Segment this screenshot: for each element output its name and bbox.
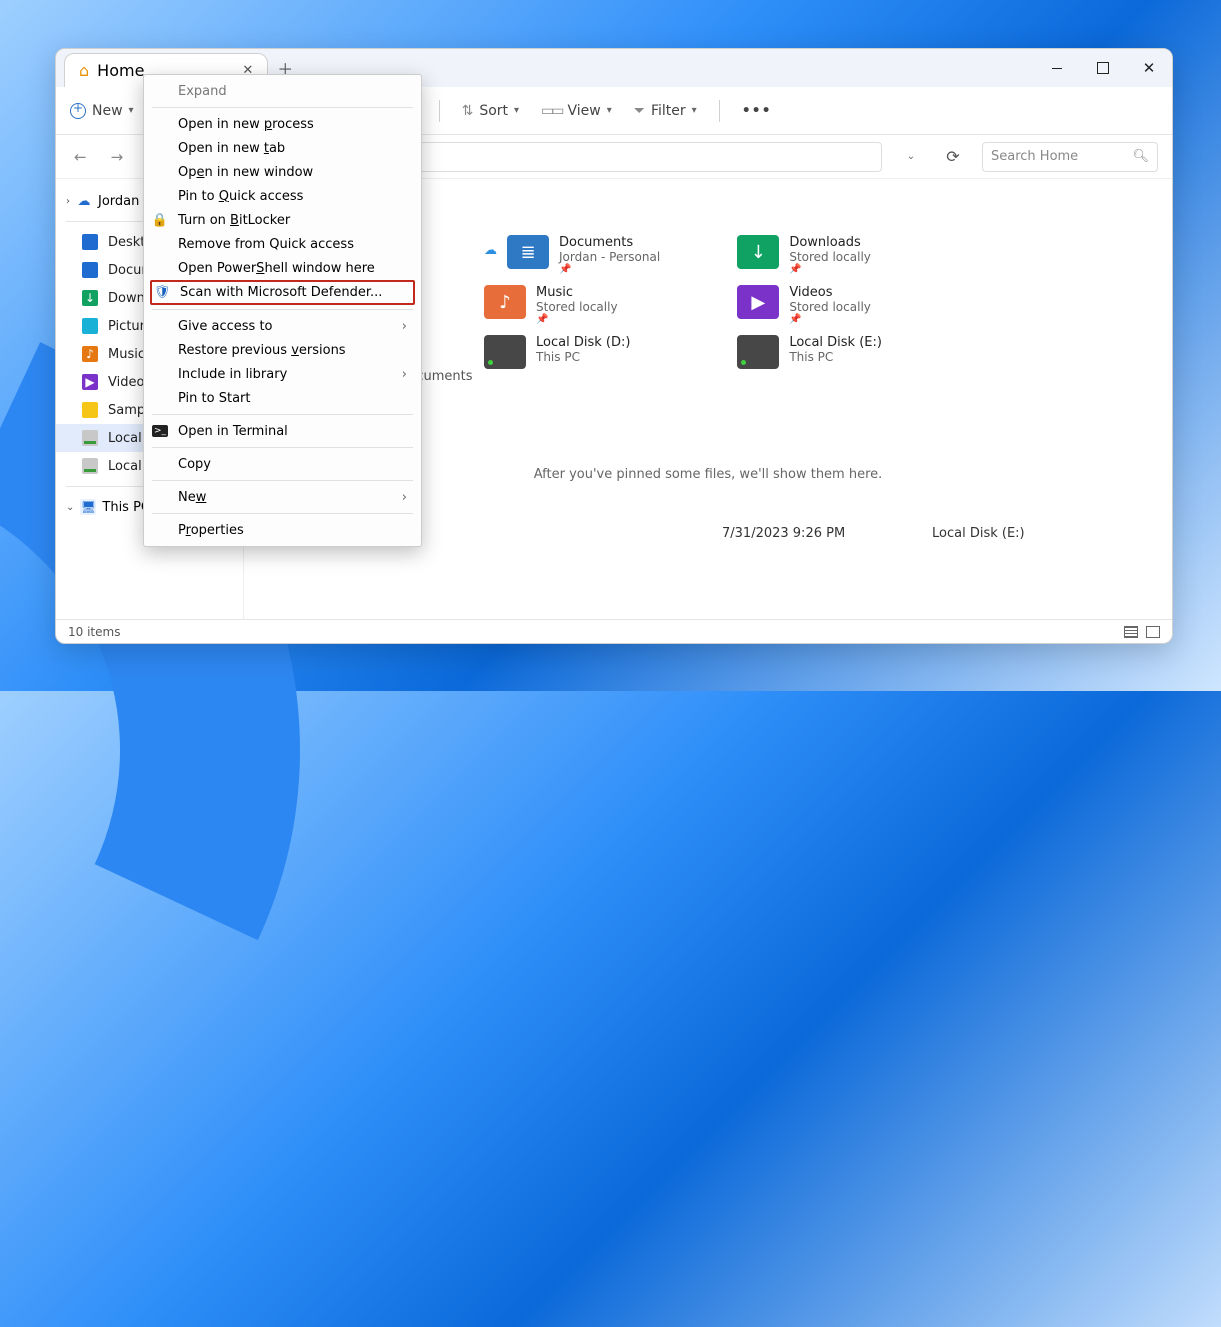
- terminal-icon: >_: [152, 425, 168, 437]
- disk-icon: [82, 430, 98, 446]
- folder-local-disk-d[interactable]: Local Disk (D:)This PC: [482, 333, 715, 371]
- back-button[interactable]: ←: [70, 146, 91, 168]
- cloud-icon: ☁: [76, 193, 92, 209]
- ctx-open-terminal[interactable]: >_Open in Terminal: [144, 419, 421, 443]
- ctx-restore[interactable]: Restore previous versions: [144, 338, 421, 362]
- item-count: 10 items: [68, 625, 120, 639]
- ctx-open-tab[interactable]: Open in new tab: [144, 136, 421, 160]
- status-bar: 10 items: [56, 619, 1172, 643]
- sort-button[interactable]: ⇅Sort▾: [462, 103, 519, 119]
- plus-icon: [70, 103, 86, 119]
- close-button[interactable]: ✕: [1126, 49, 1172, 87]
- forward-button[interactable]: →: [107, 146, 128, 168]
- home-icon: ⌂: [79, 61, 89, 80]
- filter-button[interactable]: ⏷Filter▾: [634, 103, 697, 119]
- pictures-icon: [82, 318, 98, 334]
- recent-item-loc: Local Disk (E:): [932, 526, 1172, 541]
- window-controls: ✕: [1034, 49, 1172, 87]
- ctx-expand[interactable]: Expand: [144, 79, 421, 103]
- refresh-button[interactable]: ⟳: [940, 147, 966, 166]
- tab-title: Home: [97, 61, 144, 80]
- disk-icon: [484, 335, 526, 369]
- ctx-defender[interactable]: 🛡Scan with Microsoft Defender...: [150, 280, 415, 305]
- documents-icon: [82, 262, 98, 278]
- search-placeholder: Search Home: [991, 149, 1078, 164]
- ctx-new[interactable]: New›: [144, 485, 421, 509]
- folder-local-disk-e[interactable]: Local Disk (E:)This PC: [735, 333, 968, 371]
- ctx-remove-quick[interactable]: Remove from Quick access: [144, 232, 421, 256]
- minimize-button[interactable]: [1034, 49, 1080, 87]
- folder-icon: ▶: [737, 285, 779, 319]
- tiles-view-button[interactable]: [1146, 626, 1160, 638]
- ctx-pin-start[interactable]: Pin to Start: [144, 386, 421, 410]
- address-dropdown[interactable]: ⌄: [898, 151, 924, 162]
- recent-item-date: 7/31/2023 9:26 PM: [722, 526, 932, 541]
- ctx-give-access[interactable]: Give access to›: [144, 314, 421, 338]
- maximize-button[interactable]: [1080, 49, 1126, 87]
- details-view-button[interactable]: [1124, 626, 1138, 638]
- shield-icon: 🛡: [154, 285, 170, 301]
- filter-icon: ⏷: [634, 103, 645, 119]
- pin-icon: 📌: [559, 264, 660, 275]
- ctx-include-library[interactable]: Include in library›: [144, 362, 421, 386]
- folder-documents[interactable]: ☁ ≣ DocumentsJordan - Personal📌: [482, 233, 715, 277]
- ctx-pin-quick[interactable]: Pin to Quick access: [144, 184, 421, 208]
- separator: [719, 100, 720, 122]
- pin-icon: 📌: [789, 264, 871, 275]
- search-icon: 🔍︎: [1132, 149, 1149, 164]
- ctx-open-process[interactable]: Open in new process: [144, 112, 421, 136]
- folder-icon: ♪: [484, 285, 526, 319]
- pc-icon: 🖥: [80, 499, 96, 515]
- folder-downloads[interactable]: ↓ DownloadsStored locally📌: [735, 233, 968, 277]
- folder-videos[interactable]: ▶ VideosStored locally📌: [735, 283, 968, 327]
- disk-icon: [737, 335, 779, 369]
- folder-icon: ≣: [507, 235, 549, 269]
- more-button[interactable]: •••: [742, 103, 772, 119]
- context-menu: Expand Open in new process Open in new t…: [143, 74, 422, 547]
- pin-icon: 📌: [536, 314, 618, 325]
- folder-icon: ↓: [737, 235, 779, 269]
- view-icon: ▭▭: [541, 103, 561, 119]
- videos-icon: ▶: [82, 374, 98, 390]
- ctx-powershell[interactable]: Open PowerShell window here: [144, 256, 421, 280]
- search-input[interactable]: Search Home 🔍︎: [982, 142, 1158, 172]
- music-icon: ♪: [82, 346, 98, 362]
- bitlocker-icon: 🔒: [152, 212, 168, 228]
- folder-music[interactable]: ♪ MusicStored locally📌: [482, 283, 715, 327]
- desktop-icon: [82, 234, 98, 250]
- new-button[interactable]: New▾: [70, 103, 134, 119]
- cloud-icon: ☁: [484, 243, 497, 258]
- downloads-icon: ↓: [82, 290, 98, 306]
- disk-icon: [82, 458, 98, 474]
- view-button[interactable]: ▭▭View▾: [541, 103, 612, 119]
- ctx-copy[interactable]: Copy: [144, 452, 421, 476]
- pin-icon: 📌: [789, 314, 871, 325]
- folder-icon: [82, 402, 98, 418]
- ctx-properties[interactable]: Properties: [144, 518, 421, 542]
- ctx-bitlocker[interactable]: 🔒Turn on BitLocker: [144, 208, 421, 232]
- ctx-open-window[interactable]: Open in new window: [144, 160, 421, 184]
- separator: [439, 100, 440, 122]
- sort-icon: ⇅: [462, 103, 474, 119]
